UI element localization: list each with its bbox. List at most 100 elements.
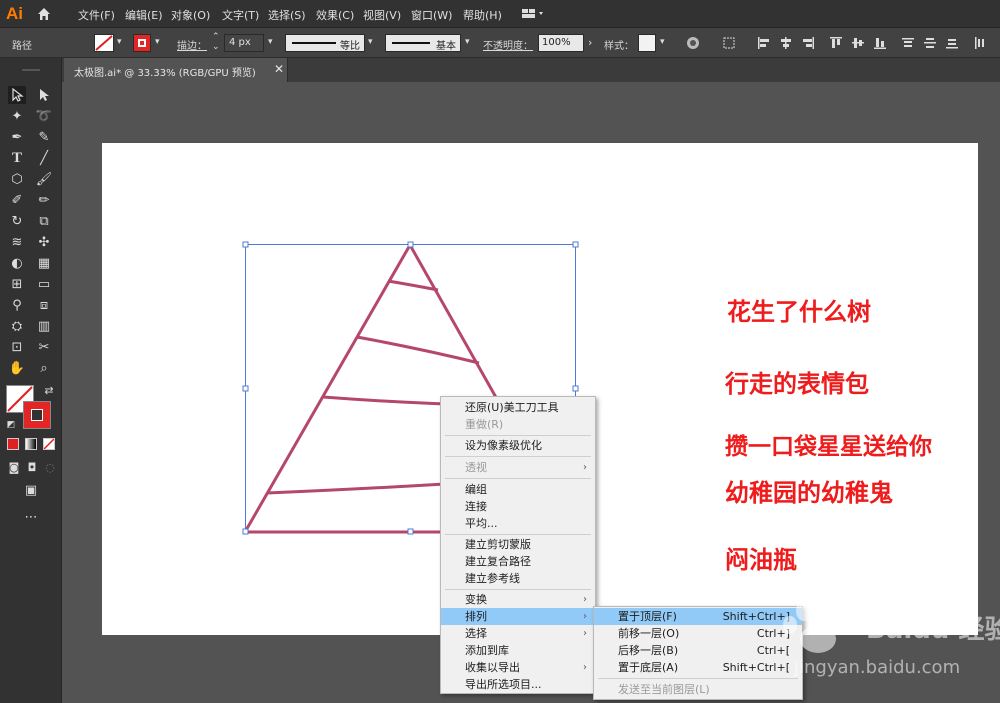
stroke-swatch[interactable] bbox=[133, 34, 151, 52]
color-mode-icon[interactable] bbox=[7, 438, 19, 450]
column-graph-tool-icon[interactable]: ▥ bbox=[35, 317, 53, 335]
menu-item-export-selection[interactable]: 导出所选项目... bbox=[441, 676, 595, 693]
scale-tool-icon[interactable]: ⧉ bbox=[35, 212, 53, 230]
chevron-down-icon[interactable]: ▾ bbox=[368, 37, 373, 47]
menu-item-make-guides[interactable]: 建立参考线 bbox=[441, 570, 595, 587]
lasso-tool-icon[interactable]: ➰ bbox=[35, 107, 53, 125]
more-tools-icon[interactable]: ⋯ bbox=[22, 508, 40, 526]
workspace-switcher-icon[interactable] bbox=[520, 6, 550, 22]
slice-tool-icon[interactable]: ✂ bbox=[35, 338, 53, 356]
distribute-bottom-icon[interactable] bbox=[945, 36, 959, 50]
shape-builder-tool-icon[interactable]: ◐ bbox=[8, 254, 26, 272]
menu-item-compound-path[interactable]: 建立复合路径 bbox=[441, 553, 595, 570]
paw-logo-icon bbox=[783, 597, 851, 653]
menu-type[interactable]: 文字(T) bbox=[222, 7, 259, 23]
menu-effect[interactable]: 效果(C) bbox=[316, 7, 354, 23]
brush-definition[interactable]: 基本 bbox=[385, 34, 461, 52]
menu-select[interactable]: 选择(S) bbox=[268, 7, 306, 23]
curvature-tool-icon[interactable]: ✎ bbox=[35, 128, 53, 146]
opacity-input[interactable]: 100% bbox=[538, 34, 584, 52]
brush-line bbox=[392, 42, 430, 44]
selection-tool-icon[interactable] bbox=[8, 86, 26, 104]
menu-item-add-to-library[interactable]: 添加到库 bbox=[441, 642, 595, 659]
menu-item-arrange[interactable]: 排列 › bbox=[441, 608, 595, 625]
align-right-icon[interactable] bbox=[801, 36, 815, 50]
eyedropper-tool-icon[interactable]: ⚲ bbox=[8, 296, 26, 314]
panel-grip[interactable] bbox=[22, 69, 40, 71]
menu-item-clipping-mask[interactable]: 建立剪切蒙版 bbox=[441, 536, 595, 553]
graphic-style-swatch[interactable] bbox=[638, 34, 656, 52]
hand-tool-icon[interactable]: ✋ bbox=[8, 359, 26, 377]
close-icon[interactable]: ✕ bbox=[274, 62, 284, 76]
align-to-icon[interactable] bbox=[722, 36, 736, 50]
chevron-down-icon[interactable]: ▾ bbox=[268, 37, 273, 47]
swap-colors-icon[interactable]: ⇄ bbox=[40, 381, 58, 399]
align-top-icon[interactable] bbox=[829, 36, 843, 50]
chevron-down-icon[interactable]: ▾ bbox=[155, 37, 160, 47]
pencil-tool-icon[interactable]: ✏ bbox=[35, 191, 53, 209]
context-menu: 还原(U)美工刀工具 重做(R) 设为像素级优化 透视 › 编组 连接 平均..… bbox=[440, 396, 596, 694]
menu-object[interactable]: 对象(O) bbox=[171, 7, 210, 23]
stepper-icon[interactable]: ⌃ ⌄ bbox=[212, 32, 220, 52]
menu-item-select[interactable]: 选择 › bbox=[441, 625, 595, 642]
menu-file[interactable]: 文件(F) bbox=[78, 7, 115, 23]
perspective-grid-tool-icon[interactable]: ▦ bbox=[35, 254, 53, 272]
menu-edit[interactable]: 编辑(E) bbox=[125, 7, 163, 23]
magic-wand-tool-icon[interactable]: ✦ bbox=[8, 107, 26, 125]
artboard-tool-icon[interactable]: ⊡ bbox=[8, 338, 26, 356]
menu-window[interactable]: 窗口(W) bbox=[411, 7, 452, 23]
puppet-warp-tool-icon[interactable]: ✣ bbox=[35, 233, 53, 251]
mesh-tool-icon[interactable]: ⊞ bbox=[8, 275, 26, 293]
shaper-tool-icon[interactable]: ✐ bbox=[8, 191, 26, 209]
polygon-tool-icon[interactable]: ⬡ bbox=[8, 170, 26, 188]
distribute-top-icon[interactable] bbox=[901, 36, 915, 50]
chevron-down-icon[interactable]: ▾ bbox=[465, 37, 470, 47]
menu-view[interactable]: 视图(V) bbox=[363, 7, 401, 23]
note-text: 幼稚园的幼稚鬼 bbox=[725, 479, 893, 507]
warp-tool-icon[interactable]: ≋ bbox=[8, 233, 26, 251]
stroke-color-box[interactable] bbox=[23, 401, 51, 429]
line-tool-icon[interactable]: ╱ bbox=[35, 149, 53, 167]
type-tool-icon[interactable]: T bbox=[8, 149, 26, 167]
menu-item-perspective: 透视 › bbox=[441, 459, 595, 476]
note-text: 行走的表情包 bbox=[725, 370, 869, 398]
align-middle-icon[interactable] bbox=[851, 36, 865, 50]
align-bottom-icon[interactable] bbox=[873, 36, 887, 50]
document-tab[interactable]: 太极图.ai* @ 33.33% (RGB/GPU 预览) ✕ bbox=[64, 58, 288, 82]
recolor-artwork-icon[interactable] bbox=[686, 36, 700, 50]
home-icon[interactable] bbox=[36, 6, 52, 22]
distribute-middle-icon[interactable] bbox=[923, 36, 937, 50]
variable-width-profile[interactable]: 等比 bbox=[285, 34, 365, 52]
chevron-right-icon[interactable]: › bbox=[588, 36, 592, 49]
menu-item-pixel-optimize[interactable]: 设为像素级优化 bbox=[441, 437, 595, 454]
menu-item-transform[interactable]: 变换 › bbox=[441, 591, 595, 608]
blend-tool-icon[interactable]: ⧈ bbox=[35, 296, 53, 314]
distribute-left-icon[interactable] bbox=[973, 36, 987, 50]
fill-swatch[interactable] bbox=[94, 34, 114, 52]
chevron-down-icon[interactable]: ▾ bbox=[660, 37, 665, 47]
symbol-sprayer-tool-icon[interactable]: ⛭ bbox=[8, 317, 26, 335]
chevron-down-icon[interactable]: ▾ bbox=[117, 37, 122, 47]
none-mode-icon[interactable] bbox=[43, 438, 55, 450]
paintbrush-tool-icon[interactable]: 🖌 bbox=[35, 170, 53, 188]
draw-normal-icon[interactable]: ◙ bbox=[5, 458, 23, 476]
align-center-icon[interactable] bbox=[779, 36, 793, 50]
align-left-icon[interactable] bbox=[757, 36, 771, 50]
menu-item-collect-for-export[interactable]: 收集以导出 › bbox=[441, 659, 595, 676]
screen-mode-icon[interactable]: ▣ bbox=[22, 481, 40, 499]
draw-behind-icon[interactable]: ◘ bbox=[23, 458, 41, 476]
gradient-tool-icon[interactable]: ▭ bbox=[35, 275, 53, 293]
zoom-tool-icon[interactable]: ⌕ bbox=[35, 359, 53, 377]
menu-item-group[interactable]: 编组 bbox=[441, 481, 595, 498]
direct-selection-tool-icon[interactable] bbox=[35, 86, 53, 104]
draw-inside-icon[interactable]: ◌ bbox=[41, 458, 59, 476]
rotate-tool-icon[interactable]: ↻ bbox=[8, 212, 26, 230]
menu-item-undo[interactable]: 还原(U)美工刀工具 bbox=[441, 399, 595, 416]
menu-help[interactable]: 帮助(H) bbox=[463, 7, 502, 23]
gradient-mode-icon[interactable] bbox=[25, 438, 37, 450]
stroke-weight-input[interactable]: 4 px bbox=[224, 34, 264, 52]
menu-item-average[interactable]: 平均... bbox=[441, 515, 595, 532]
menu-item-join[interactable]: 连接 bbox=[441, 498, 595, 515]
default-colors-icon[interactable]: ◩ bbox=[2, 416, 20, 434]
pen-tool-icon[interactable]: ✒ bbox=[8, 128, 26, 146]
